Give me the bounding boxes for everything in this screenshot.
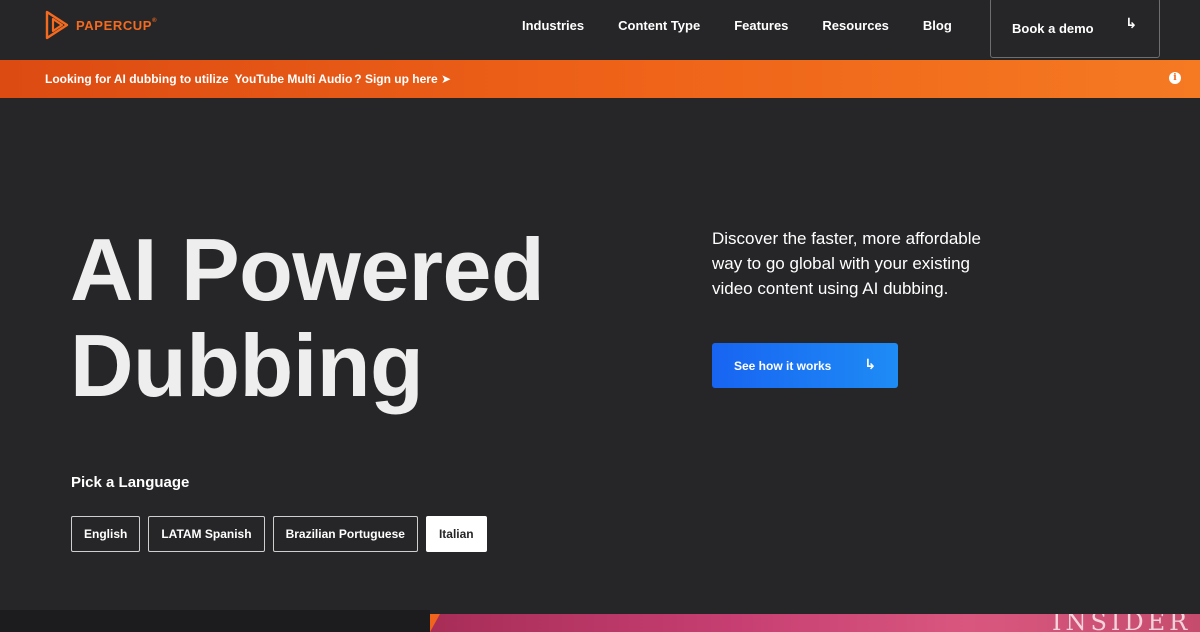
media-strip-left bbox=[0, 610, 430, 632]
book-demo-button[interactable]: Book a demo ↳ bbox=[990, 0, 1160, 58]
site-header: PAPERCUP® Industries Content Type Featur… bbox=[0, 0, 1200, 60]
papercup-logo-icon bbox=[45, 10, 69, 40]
arrow-turn-icon: ↳ bbox=[864, 356, 876, 372]
hero-title: AI Powered Dubbing bbox=[70, 222, 630, 414]
nav-item-features[interactable]: Features bbox=[734, 18, 788, 33]
brand-registered-mark: ® bbox=[152, 17, 158, 24]
nav-item-resources[interactable]: Resources bbox=[822, 18, 888, 33]
pick-language-heading: Pick a Language bbox=[71, 474, 190, 491]
hero-description: Discover the faster, more affordable way… bbox=[712, 229, 981, 298]
banner-highlight: YouTube Multi Audio bbox=[234, 72, 353, 86]
hero-title-line-1: AI Powered bbox=[70, 220, 545, 319]
language-option-italian[interactable]: Italian bbox=[425, 516, 487, 552]
language-option-brazilian-portuguese[interactable]: Brazilian Portuguese bbox=[272, 516, 418, 552]
brand-logo[interactable]: PAPERCUP® bbox=[44, 10, 157, 40]
nav-item-content-type[interactable]: Content Type bbox=[618, 18, 700, 33]
announcement-banner: Looking for AI dubbing to utilize YouTub… bbox=[0, 60, 1200, 98]
book-demo-label: Book a demo bbox=[1012, 20, 1094, 36]
video-preview-image[interactable]: INSIDER bbox=[430, 614, 1200, 632]
hero-title-line-2: Dubbing bbox=[70, 316, 424, 415]
language-picker: English LATAM Spanish Brazilian Portugue… bbox=[71, 516, 487, 552]
nav-item-blog[interactable]: Blog bbox=[923, 18, 952, 33]
brand-name: PAPERCUP® bbox=[76, 18, 157, 33]
video-corner-accent bbox=[430, 614, 440, 632]
banner-signup-link[interactable]: ? Sign up here ➤ bbox=[354, 72, 451, 86]
insider-watermark: INSIDER bbox=[1052, 614, 1192, 632]
brand-name-text: PAPERCUP bbox=[76, 17, 153, 33]
info-icon[interactable]: i bbox=[1169, 72, 1181, 84]
language-option-english[interactable]: English bbox=[71, 516, 141, 552]
main-nav: Industries Content Type Features Resourc… bbox=[522, 0, 986, 50]
banner-prefix: Looking for AI dubbing to utilize bbox=[45, 72, 229, 86]
nav-item-industries[interactable]: Industries bbox=[522, 18, 584, 33]
see-how-it-works-button[interactable]: See how it works ↳ bbox=[712, 343, 898, 388]
cta-label: See how it works bbox=[734, 358, 832, 373]
language-option-latam-spanish[interactable]: LATAM Spanish bbox=[148, 516, 265, 552]
arrow-turn-icon: ↳ bbox=[1125, 15, 1137, 31]
